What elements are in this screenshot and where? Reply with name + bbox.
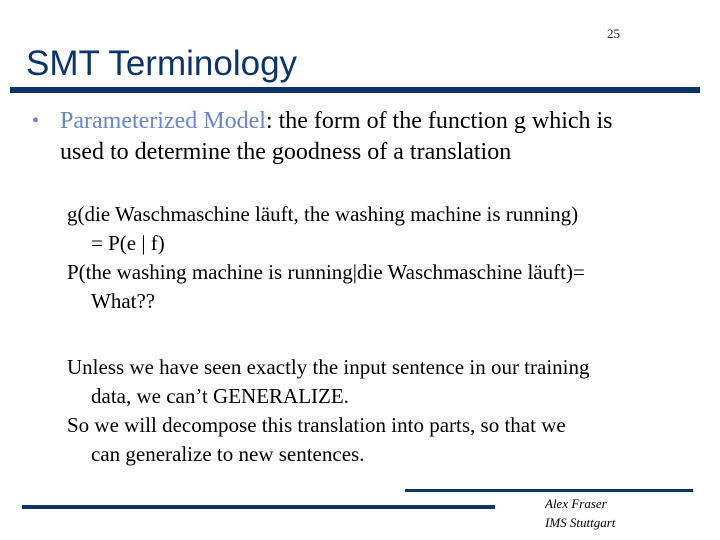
paragraph-line: P(the washing machine is running|die Was… [67, 260, 585, 284]
paragraph-decompose: So we will decompose this translation in… [67, 411, 707, 469]
slide-number: 25 [607, 26, 620, 41]
bullet-icon: • [32, 110, 40, 132]
paragraph-line: So we will decompose this translation in… [67, 413, 566, 437]
paragraph-line: g(die Waschmaschine läuft, the washing m… [67, 202, 579, 226]
slide-title: SMT Terminology [26, 44, 298, 83]
footer-credit: Alex Fraser IMS Stuttgart [545, 494, 615, 532]
paragraph-generalize: Unless we have seen exactly the input se… [67, 353, 707, 411]
title-underline [10, 87, 700, 93]
bullet-term: Parameterized Model [60, 108, 266, 134]
bullet-item: • Parameterized Model: the form of the f… [32, 106, 652, 168]
paragraph-continuation: = P(e | f) [91, 231, 165, 255]
footer-divider-top [405, 489, 693, 492]
footer-affiliation: IMS Stuttgart [545, 515, 616, 530]
paragraph-g-function: g(die Waschmaschine läuft, the washing m… [67, 200, 707, 258]
paragraph-continuation: can generalize to new sentences. [91, 442, 365, 466]
bullet-text: Parameterized Model: the form of the fun… [60, 106, 652, 168]
paragraph-continuation: What?? [91, 289, 156, 313]
paragraph-probability: P(the washing machine is running|die Was… [67, 258, 707, 316]
footer-divider-bottom [22, 505, 495, 509]
footer-author: Alex Fraser [545, 496, 607, 511]
paragraph-line: Unless we have seen exactly the input se… [67, 355, 590, 379]
paragraph-continuation: data, we can’t GENERALIZE. [91, 384, 349, 408]
